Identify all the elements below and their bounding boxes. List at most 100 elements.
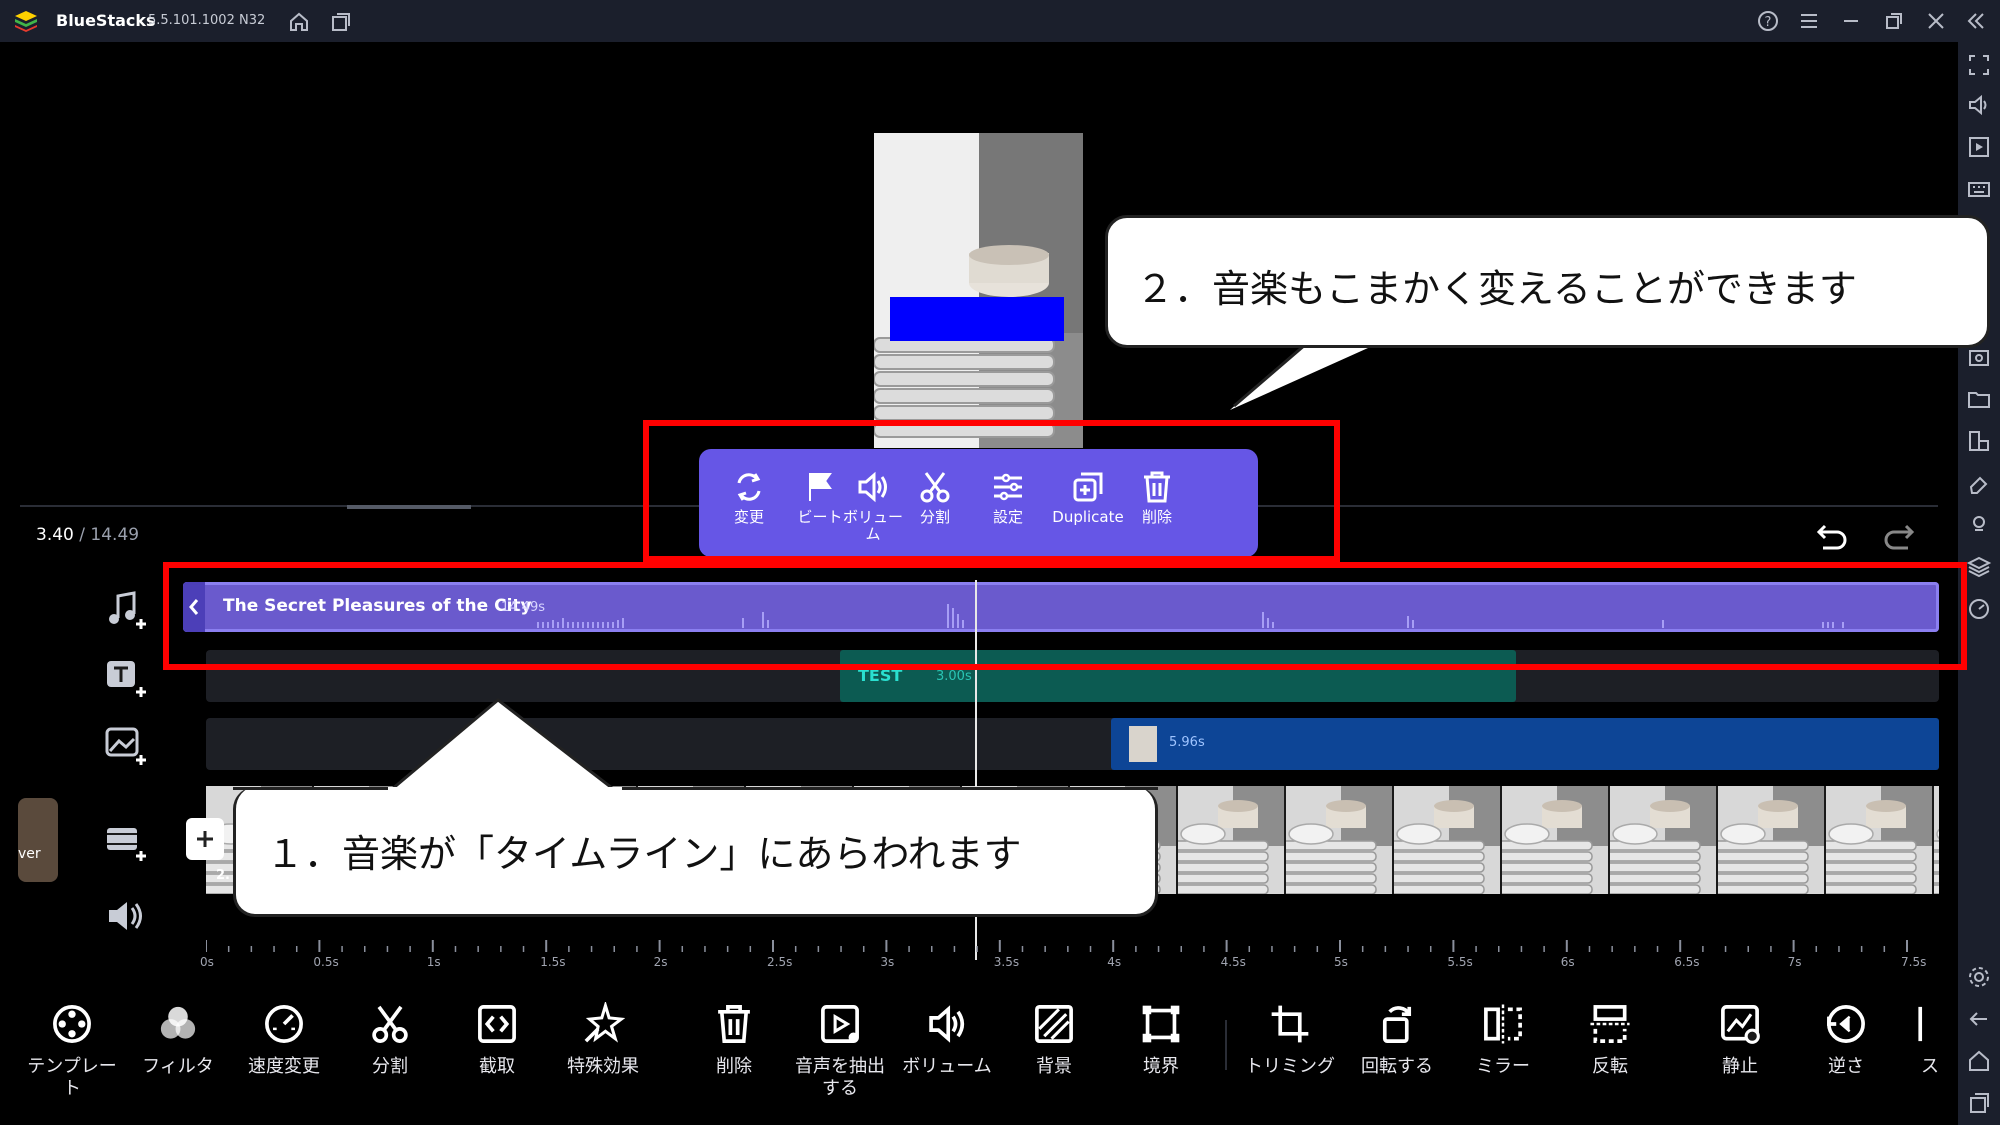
video-frame-thumbnail xyxy=(1826,786,1934,894)
ruler-label: 3s xyxy=(880,955,895,969)
trash-icon xyxy=(718,1005,750,1043)
settings-icon[interactable] xyxy=(1966,964,1992,990)
sound-icon[interactable] xyxy=(1966,92,1992,118)
sticker-clip-duration: 5.96s xyxy=(1169,735,1205,750)
toolbar-item-label: ミラー xyxy=(1476,1056,1530,1077)
fullscreen-icon[interactable] xyxy=(1966,52,1992,78)
effects-icon xyxy=(584,1002,625,1043)
screen-record-icon[interactable] xyxy=(1966,134,1992,160)
plus-icon xyxy=(197,831,213,847)
add-sticker-icon[interactable] xyxy=(104,724,148,768)
toolbar-item-label: ボリューム xyxy=(902,1056,992,1077)
recent-apps-icon[interactable] xyxy=(1966,1090,1992,1116)
toolbar-item-freeze[interactable]: 静止 xyxy=(1690,1002,1790,1078)
template-icon xyxy=(53,1005,91,1043)
toolbar-item-label: フィルタ xyxy=(142,1056,214,1077)
overlay-rectangle xyxy=(890,297,1064,341)
video-preview[interactable] xyxy=(874,133,1083,448)
bluestacks-logo-icon xyxy=(15,11,37,32)
multi-window-icon[interactable] xyxy=(1966,428,1992,454)
performance-icon[interactable] xyxy=(1966,596,1992,622)
ruler-label: 3.5s xyxy=(993,955,1020,969)
text-clip-duration: 3.00s xyxy=(936,669,972,684)
toolbar-item-label: 速度変更 xyxy=(248,1056,320,1077)
ruler-label: 5.5s xyxy=(1447,955,1473,969)
app-version: 5.5.101.1002 N32 xyxy=(148,13,266,28)
svg-text:?: ? xyxy=(1765,15,1772,30)
callout-one-tail xyxy=(383,698,623,795)
menu-icon[interactable] xyxy=(1798,10,1820,32)
toolbar-item-template[interactable]: テンプレー ト xyxy=(22,1002,122,1100)
toolbar-item-trim-code[interactable]: 截取 xyxy=(447,1002,547,1078)
cover-label: ver xyxy=(18,846,41,862)
current-time: 3.40 xyxy=(36,525,74,545)
toolbar-item-mirror[interactable]: ミラー xyxy=(1453,1002,1553,1078)
toolbar-item-filter[interactable]: フィルタ xyxy=(128,1002,228,1078)
flip-icon xyxy=(1590,1005,1630,1043)
toolbar-item-crop[interactable]: トリミング xyxy=(1240,1002,1340,1078)
track-volume-icon[interactable] xyxy=(104,894,148,938)
toolbar-item-speed[interactable]: 速度変更 xyxy=(234,1002,334,1078)
video-frame-thumbnail xyxy=(1286,786,1394,894)
collapse-sidebar-icon[interactable] xyxy=(1965,10,1987,32)
ruler-label: 1s xyxy=(426,955,441,969)
ruler-label: 4.5s xyxy=(1220,955,1246,969)
scroll-indicator[interactable] xyxy=(347,505,471,509)
mirror-icon xyxy=(1484,1004,1522,1044)
toolbar-item-effects[interactable]: 特殊効果 xyxy=(553,1002,653,1078)
highlight-box-popup xyxy=(643,420,1340,562)
toolbar-item-label: 境界 xyxy=(1143,1056,1179,1077)
video-clip-badge: 2. xyxy=(216,868,230,883)
eraser-icon[interactable] xyxy=(1966,470,1992,496)
redo-icon[interactable] xyxy=(1880,518,1916,554)
callout-one: １．音楽が「タイムライン」にあらわれます xyxy=(233,787,1158,917)
close-icon[interactable] xyxy=(1925,10,1947,32)
add-text-icon[interactable] xyxy=(104,656,148,700)
android-home-icon[interactable] xyxy=(1966,1048,1992,1074)
toolbar-item-label: 逆さ xyxy=(1828,1056,1864,1077)
time-separator: / xyxy=(73,525,91,545)
multi-instance-icon[interactable] xyxy=(330,11,352,33)
video-frame-thumbnail xyxy=(1718,786,1826,894)
minimize-icon[interactable] xyxy=(1840,10,1862,32)
toolbar-item-flip[interactable]: 反転 xyxy=(1560,1002,1660,1078)
back-icon[interactable] xyxy=(1966,1006,1992,1032)
location-icon[interactable] xyxy=(1966,512,1992,538)
cover-thumbnail[interactable]: ver xyxy=(18,798,58,882)
title-bar: BlueStacks 5.5.101.1002 N32 ? xyxy=(0,0,2000,42)
toolbar-item-label: 分割 xyxy=(372,1056,408,1077)
video-frame-thumbnail xyxy=(1934,786,1939,894)
filter-icon xyxy=(160,1006,196,1039)
callout-two-text: ２．音楽もこまかく変えることができます xyxy=(1136,267,1857,311)
toolbar-item-scissors[interactable]: 分割 xyxy=(340,1002,440,1078)
add-clip-button[interactable] xyxy=(186,818,224,860)
toolbar-item-extract-audio[interactable]: 音声を抽出 する xyxy=(790,1002,890,1100)
toolbar-item-background[interactable]: 背景 xyxy=(1004,1002,1104,1078)
more-icon xyxy=(1918,1006,1923,1042)
ruler-label: 4s xyxy=(1107,955,1122,969)
toolbar-item-volume[interactable]: ボリューム xyxy=(897,1002,997,1078)
add-clip-icon[interactable] xyxy=(104,820,148,864)
toolbar-divider xyxy=(1225,1020,1227,1070)
toolbar-item-label: 反転 xyxy=(1592,1056,1628,1077)
toolbar-item-border[interactable]: 境界 xyxy=(1111,1002,1211,1078)
toolbar-item-label: 回転する xyxy=(1361,1056,1433,1077)
background-icon xyxy=(1035,1005,1073,1043)
folder-icon[interactable] xyxy=(1966,386,1992,412)
toolbar-item-reverse[interactable]: 逆さ xyxy=(1796,1002,1896,1078)
keyboard-icon[interactable] xyxy=(1966,176,1992,202)
help-icon[interactable]: ? xyxy=(1757,10,1779,32)
toolbar-item-trash[interactable]: 削除 xyxy=(684,1002,784,1078)
ruler-label: 2s xyxy=(653,955,668,969)
reverse-icon xyxy=(1827,1005,1865,1043)
video-frame-thumbnail xyxy=(1394,786,1502,894)
restore-icon[interactable] xyxy=(1883,10,1905,32)
sticker-clip[interactable]: 5.96s xyxy=(1111,718,1939,770)
layers-icon[interactable] xyxy=(1966,554,1992,580)
toolbar-item-more[interactable]: ス xyxy=(1902,1002,1958,1078)
undo-icon[interactable] xyxy=(1815,518,1851,554)
ruler-label: 5s xyxy=(1334,955,1348,969)
home-icon[interactable] xyxy=(288,11,310,33)
add-music-icon[interactable] xyxy=(104,588,148,632)
toolbar-item-rotate[interactable]: 回転する xyxy=(1347,1002,1447,1078)
